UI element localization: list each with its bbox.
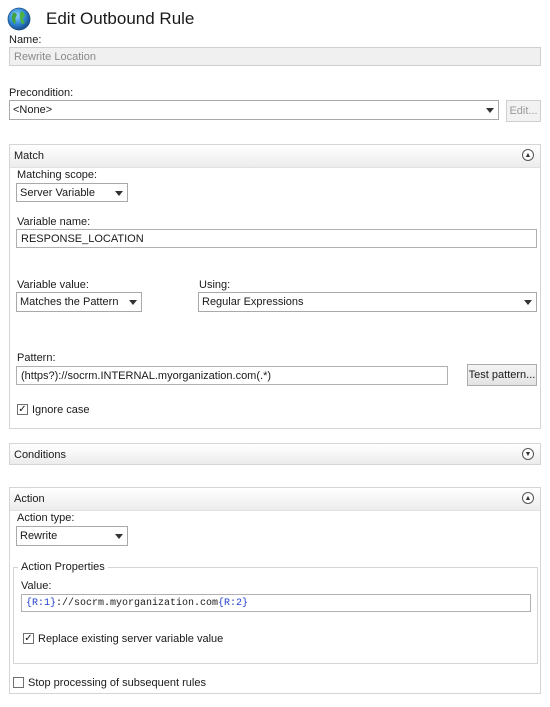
chevron-down-icon: [524, 300, 532, 305]
variable-value-label: Variable value:: [17, 279, 89, 291]
using-select[interactable]: Regular Expressions: [198, 292, 537, 312]
action-type-select[interactable]: Rewrite: [16, 526, 128, 546]
expand-icon[interactable]: ▼: [522, 448, 534, 460]
conditions-panel-header[interactable]: Conditions ▼: [10, 444, 540, 464]
name-label: Name:: [9, 34, 42, 46]
using-value: Regular Expressions: [202, 296, 304, 308]
using-label: Using:: [199, 279, 231, 291]
action-properties-group: [13, 567, 538, 664]
replace-existing-checkbox[interactable]: ✓: [23, 633, 34, 644]
action-panel-title: Action: [14, 493, 45, 505]
conditions-panel-title: Conditions: [14, 449, 66, 461]
value-token-r1: {R:1}: [26, 597, 57, 609]
collapse-icon[interactable]: ▲: [522, 149, 534, 161]
variable-name-field[interactable]: RESPONSE_LOCATION: [16, 229, 537, 248]
precondition-select[interactable]: <None>: [9, 100, 499, 120]
variable-value-select[interactable]: Matches the Pattern: [16, 292, 142, 312]
conditions-panel: Conditions ▼: [9, 443, 541, 465]
check-icon: ✓: [18, 403, 27, 415]
collapse-icon[interactable]: ▲: [522, 492, 534, 504]
chevron-down-icon: [115, 534, 123, 539]
action-type-label: Action type:: [17, 512, 75, 524]
test-pattern-button[interactable]: Test pattern...: [467, 364, 537, 386]
ignore-case-checkbox[interactable]: ✓: [17, 404, 28, 415]
pattern-label: Pattern:: [17, 352, 56, 364]
precondition-edit-button[interactable]: Edit...: [506, 100, 541, 122]
ignore-case-label: Ignore case: [32, 404, 90, 416]
value-field[interactable]: {R:1}://socrm.myorganization.com {R:2}: [21, 594, 531, 612]
chevron-down-icon: [115, 190, 123, 196]
action-panel-header[interactable]: Action ▲: [10, 488, 540, 511]
page-title: Edit Outbound Rule: [46, 9, 195, 28]
globe-icon: [6, 6, 32, 32]
match-panel-title: Match: [14, 150, 44, 162]
chevron-down-icon: [129, 300, 137, 305]
matching-scope-select[interactable]: Server Variable: [16, 183, 128, 202]
match-panel-header[interactable]: Match ▲: [10, 145, 540, 168]
action-type-value: Rewrite: [20, 530, 58, 542]
replace-existing-label: Replace existing server variable value: [38, 633, 224, 645]
name-field[interactable]: Rewrite Location: [9, 47, 541, 66]
variable-name-label: Variable name:: [17, 216, 91, 228]
precondition-value: <None>: [13, 104, 53, 116]
action-properties-label: Action Properties: [18, 561, 108, 573]
precondition-label: Precondition:: [9, 87, 74, 99]
matching-scope-label: Matching scope:: [17, 169, 98, 181]
value-token-r2: {R:2}: [218, 597, 249, 609]
variable-value-value: Matches the Pattern: [20, 296, 119, 308]
stop-processing-label: Stop processing of subsequent rules: [28, 677, 206, 689]
chevron-down-icon: [486, 108, 494, 113]
matching-scope-value: Server Variable: [20, 186, 95, 199]
value-label: Value:: [21, 580, 52, 592]
check-icon: ✓: [24, 632, 33, 644]
pattern-field[interactable]: (https?)://socrm.INTERNAL.myorganization…: [16, 366, 448, 385]
value-text: ://socrm.myorganization.com: [56, 597, 219, 609]
stop-processing-checkbox[interactable]: [13, 677, 24, 688]
